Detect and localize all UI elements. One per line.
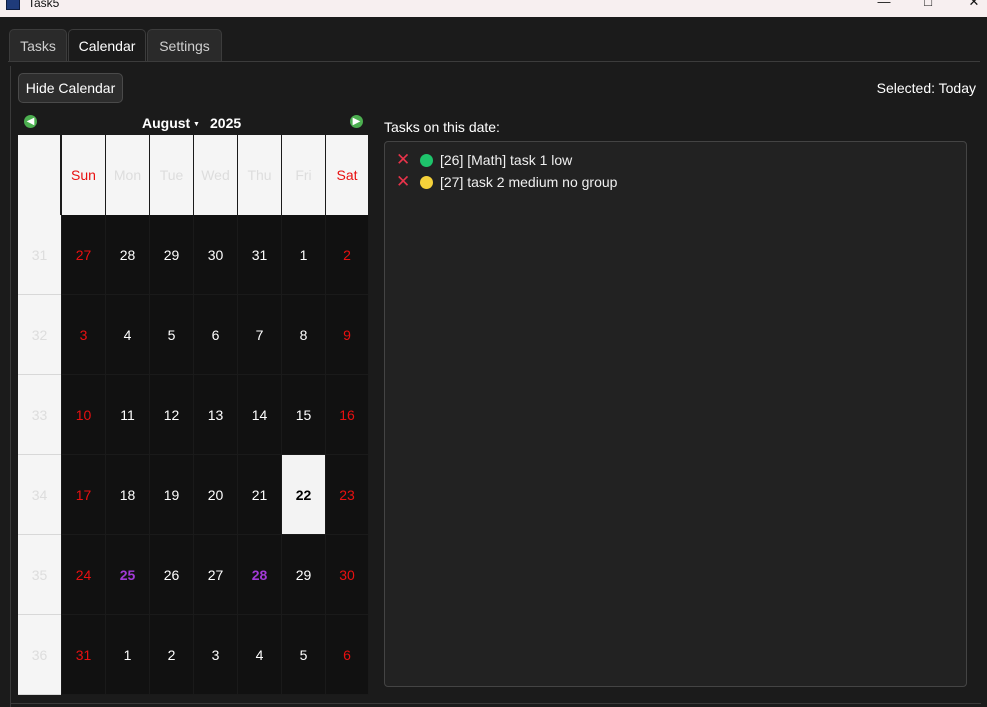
weekday-header-wed: Wed xyxy=(194,135,238,215)
calendar-day[interactable]: 11 xyxy=(106,375,150,455)
prev-month-icon[interactable]: ◀ xyxy=(24,115,37,128)
calendar-day[interactable]: 14 xyxy=(238,375,282,455)
calendar-day[interactable]: 3 xyxy=(194,615,238,695)
calendar-day[interactable]: 2 xyxy=(326,215,369,295)
week-number: 31 xyxy=(18,215,61,295)
app-icon xyxy=(6,0,20,10)
week-number-header xyxy=(18,135,61,215)
minimize-icon[interactable]: — xyxy=(874,0,894,9)
calendar-day[interactable]: 30 xyxy=(194,215,238,295)
calendar-day[interactable]: 13 xyxy=(194,375,238,455)
calendar-day[interactable]: 4 xyxy=(238,615,282,695)
task-text: [27] task 2 medium no group xyxy=(440,174,618,190)
bottom-border xyxy=(10,703,981,704)
month-dropdown-icon[interactable]: ▼ xyxy=(193,121,200,128)
tab-bar: Tasks Calendar Settings xyxy=(0,17,987,63)
calendar-day[interactable]: 12 xyxy=(150,375,194,455)
calendar-day[interactable]: 6 xyxy=(194,295,238,375)
week-number: 32 xyxy=(18,295,61,375)
tab-tasks[interactable]: Tasks xyxy=(9,29,67,61)
calendar-day[interactable]: 7 xyxy=(238,295,282,375)
calendar-day[interactable]: 28 xyxy=(106,215,150,295)
calendar-day[interactable]: 30 xyxy=(326,535,369,615)
tab-settings[interactable]: Settings xyxy=(147,29,222,61)
calendar-day[interactable]: 23 xyxy=(326,455,369,535)
calendar-day[interactable]: 1 xyxy=(106,615,150,695)
calendar-day[interactable]: 3 xyxy=(62,295,106,375)
calendar-day[interactable]: 31 xyxy=(62,615,106,695)
task-text: [26] [Math] task 1 low xyxy=(440,152,573,168)
calendar-day[interactable]: 1 xyxy=(282,215,326,295)
selected-date-label: Selected: Today xyxy=(876,80,976,96)
calendar-day[interactable]: 2 xyxy=(150,615,194,695)
month-selector[interactable]: August xyxy=(142,115,190,131)
calendar-widget: ◀ August ▼ 2025 ▶ Sun Mon Tue Wed Thu Fri Sat 3… xyxy=(18,113,369,695)
calendar-day[interactable]: 6 xyxy=(326,615,369,695)
calendar-day[interactable]: 29 xyxy=(150,215,194,295)
calendar-navigation: ◀ August ▼ 2025 ▶ xyxy=(18,113,369,135)
weekday-header-thu: Thu xyxy=(238,135,282,215)
calendar-day[interactable]: 10 xyxy=(62,375,106,455)
tab-calendar[interactable]: Calendar xyxy=(68,29,146,61)
calendar-day[interactable]: 24 xyxy=(62,535,106,615)
calendar-day[interactable]: 15 xyxy=(282,375,326,455)
calendar-day[interactable]: 19 xyxy=(150,455,194,535)
title-bar: Task5 — □ ✕ xyxy=(0,0,987,17)
tasks-on-date-label: Tasks on this date: xyxy=(384,119,500,135)
maximize-icon[interactable]: □ xyxy=(918,0,938,9)
tab-divider xyxy=(8,61,980,62)
calendar-day[interactable]: 25 xyxy=(106,535,150,615)
next-month-icon[interactable]: ▶ xyxy=(350,115,363,128)
calendar-day[interactable]: 18 xyxy=(106,455,150,535)
delete-task-icon[interactable]: ✕ xyxy=(396,151,412,169)
calendar-day[interactable]: 27 xyxy=(62,215,106,295)
calendar-day[interactable]: 27 xyxy=(194,535,238,615)
calendar-day[interactable]: 26 xyxy=(150,535,194,615)
weekday-header-sun: Sun xyxy=(62,135,106,215)
calendar-day[interactable]: 28 xyxy=(238,535,282,615)
calendar-grid: Sun Mon Tue Wed Thu Fri Sat 31 27 28 29 30 31 1 2 32 3 4 5… xyxy=(18,135,369,695)
weekday-header-mon: Mon xyxy=(106,135,150,215)
calendar-day[interactable]: 17 xyxy=(62,455,106,535)
calendar-day[interactable]: 31 xyxy=(238,215,282,295)
calendar-day[interactable]: 4 xyxy=(106,295,150,375)
week-number: 35 xyxy=(18,535,61,615)
calendar-day[interactable]: 5 xyxy=(282,615,326,695)
year-selector[interactable]: 2025 xyxy=(210,115,241,131)
calendar-day[interactable]: 5 xyxy=(150,295,194,375)
calendar-day[interactable]: 8 xyxy=(282,295,326,375)
task-list: ✕ [26] [Math] task 1 low ✕ [27] task 2 m… xyxy=(384,141,967,687)
weekday-header-tue: Tue xyxy=(150,135,194,215)
calendar-day[interactable]: 29 xyxy=(282,535,326,615)
calendar-day[interactable]: 22 xyxy=(282,455,326,535)
delete-task-icon[interactable]: ✕ xyxy=(396,173,412,191)
weekday-header-fri: Fri xyxy=(282,135,326,215)
close-window-icon[interactable]: ✕ xyxy=(964,0,984,10)
week-number: 34 xyxy=(18,455,61,535)
calendar-day[interactable]: 20 xyxy=(194,455,238,535)
calendar-day[interactable]: 16 xyxy=(326,375,369,455)
window-title: Task5 xyxy=(28,0,60,10)
week-number: 33 xyxy=(18,375,61,455)
week-number: 36 xyxy=(18,615,61,695)
calendar-day[interactable]: 9 xyxy=(326,295,369,375)
calendar-day[interactable]: 21 xyxy=(238,455,282,535)
hide-calendar-button[interactable]: Hide Calendar xyxy=(18,73,123,103)
weekday-header-sat: Sat xyxy=(326,135,369,215)
priority-dot xyxy=(420,176,433,189)
priority-dot xyxy=(420,154,433,167)
